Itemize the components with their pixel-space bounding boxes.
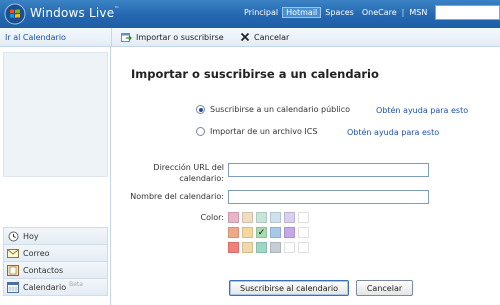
color-swatch[interactable] <box>256 212 267 223</box>
help-link-import[interactable]: Obtén ayuda para esto <box>347 128 439 137</box>
sidebar-item-label: Contactos <box>23 265 64 275</box>
sub-toolbar: Ir al Calendario Importar o suscribirse … <box>0 28 500 47</box>
page-title: Importar o suscribirse a un calendario <box>131 67 379 81</box>
sidebar-item-label: Hoy <box>23 231 39 241</box>
color-swatch[interactable] <box>270 212 281 223</box>
color-swatch[interactable] <box>284 212 295 223</box>
color-swatch[interactable] <box>270 227 281 238</box>
envelope-icon <box>7 247 19 259</box>
sidebar-item-today[interactable]: Hoy <box>3 227 108 244</box>
color-swatch[interactable] <box>298 242 309 253</box>
close-icon <box>240 32 250 42</box>
nav-principal[interactable]: Principal <box>240 7 282 18</box>
nav-msn[interactable]: MSN <box>405 7 431 18</box>
subscribe-button[interactable]: Suscribirse al calendario <box>229 280 349 296</box>
search-input[interactable] <box>435 5 500 20</box>
sidebar-item-calendar[interactable]: Calendario Beta <box>3 278 108 296</box>
option-subscribe-label: Suscribirse a un calendario público <box>210 105 350 114</box>
name-label: Nombre del calendario: <box>130 192 224 201</box>
color-swatch[interactable] <box>270 242 281 253</box>
nav-spaces[interactable]: Spaces <box>321 7 358 18</box>
sidebar-item-mail[interactable]: Correo <box>3 244 108 261</box>
clock-icon <box>7 230 19 242</box>
import-icon <box>121 33 132 42</box>
calendar-icon <box>7 281 19 293</box>
url-label-line1: Dirección URL del <box>153 163 224 172</box>
option-import-ics[interactable]: Importar de un archivo ICS <box>196 127 317 136</box>
color-swatch[interactable] <box>242 227 253 238</box>
top-nav: Principal Hotmail Spaces OneCare | MSN <box>240 7 431 18</box>
color-swatch[interactable] <box>298 212 309 223</box>
url-input[interactable] <box>228 163 429 177</box>
color-swatch[interactable]: ✓ <box>256 227 267 238</box>
color-swatch[interactable] <box>284 227 295 238</box>
sidebar-item-contacts[interactable]: Contactos <box>3 261 108 278</box>
sidebar-item-label: Correo <box>23 248 50 258</box>
import-subscribe-label: Importar o suscribirse <box>136 32 224 42</box>
color-swatch[interactable] <box>256 242 267 253</box>
radio-selected-dot <box>198 107 203 112</box>
calendar-name-input[interactable] <box>228 190 429 204</box>
windows-logo-icon[interactable] <box>4 3 26 25</box>
subbar-divider <box>111 28 112 47</box>
radio-import-ics[interactable] <box>196 127 205 136</box>
option-subscribe[interactable]: Suscribirse a un calendario público <box>196 105 350 114</box>
contacts-icon <box>7 264 19 276</box>
option-import-label: Importar de un archivo ICS <box>210 127 318 136</box>
url-label-line2: calendario: <box>179 174 224 183</box>
color-swatch[interactable] <box>298 227 309 238</box>
sidebar-panel <box>3 52 108 177</box>
beta-badge: Beta <box>69 280 83 288</box>
color-swatch[interactable] <box>228 227 239 238</box>
cancel-toolbar-label: Cancelar <box>254 32 290 42</box>
color-swatch[interactable] <box>242 242 253 253</box>
radio-subscribe[interactable] <box>196 105 205 114</box>
brand-title: Windows Live™ <box>30 6 120 20</box>
url-label: Dirección URL del calendario: <box>130 162 224 184</box>
check-icon: ✓ <box>257 227 266 238</box>
go-to-calendar-link[interactable]: Ir al Calendario <box>5 33 66 42</box>
import-subscribe-button[interactable]: Importar o suscribirse <box>121 32 224 42</box>
sidebar-item-label: Calendario <box>23 282 67 292</box>
cancel-toolbar-button[interactable]: Cancelar <box>240 32 289 42</box>
cancel-button[interactable]: Cancelar <box>356 280 413 296</box>
color-swatch[interactable] <box>242 212 253 223</box>
nav-hotmail[interactable]: Hotmail <box>282 7 322 18</box>
color-picker: ✓ <box>228 212 309 253</box>
color-swatch[interactable] <box>228 212 239 223</box>
sidebar-nav: Hoy Correo Contactos Calendario Beta <box>3 227 108 296</box>
help-link-subscribe[interactable]: Obtén ayuda para esto <box>376 106 468 115</box>
color-swatch[interactable] <box>284 242 295 253</box>
left-sidebar: Hoy Correo Contactos Calendario Beta <box>0 47 111 305</box>
nav-onecare[interactable]: OneCare <box>358 7 401 18</box>
color-swatch[interactable] <box>228 242 239 253</box>
color-label: Color: <box>200 213 224 222</box>
top-header: Windows Live™ Principal Hotmail Spaces O… <box>0 0 500 28</box>
